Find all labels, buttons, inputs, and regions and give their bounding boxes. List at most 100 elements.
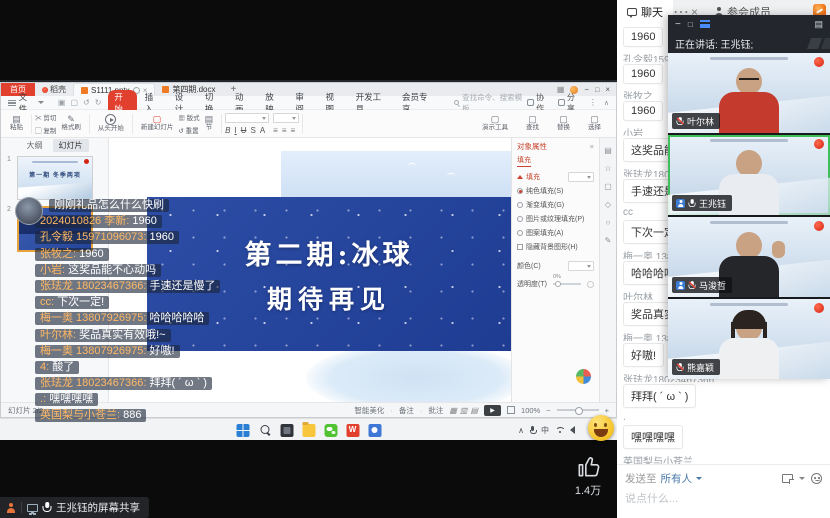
tab-chat[interactable]: 聊天 [617,0,673,24]
participant-video-tile[interactable]: 熊嘉颖 [668,299,830,379]
new-slide-button[interactable]: 新建幻灯片 [136,115,179,132]
likes-counter[interactable]: 1.4万 [563,454,613,498]
fill-type-select[interactable] [568,172,594,182]
person-badge-icon [676,281,685,290]
redo-icon[interactable] [95,98,102,107]
overlay-sender-name: . [40,393,49,405]
participant-video-tile[interactable]: 王兆钰 [668,135,830,215]
cut-button[interactable]: 剪切 [35,112,56,122]
notes-rail-icon[interactable] [605,236,612,245]
design-rail-icon[interactable] [605,200,611,209]
favorites-rail-icon[interactable] [604,164,611,173]
toolbar-tool-button[interactable]: 替换 [552,115,575,132]
chevron-down-icon[interactable] [696,477,702,480]
checkbox-icon[interactable] [517,244,523,250]
format-painter-button[interactable]: 格式刷 [56,115,86,132]
collapse-ribbon-icon[interactable] [604,98,609,107]
emoji-picker-icon[interactable] [811,473,822,484]
video-dock-titlebar [668,15,830,33]
layout-button[interactable]: 版式 [178,112,199,122]
participant-torso [719,92,779,133]
smart-beautify-button[interactable]: 智能美化 [354,405,384,416]
send-to-select[interactable]: 所有人 [661,471,693,486]
toolbar-tool-button[interactable]: 查找 [521,115,544,132]
zoom-out-button[interactable]: − [546,406,550,415]
participant-video-tile[interactable]: 叶尔林 [668,53,830,133]
properties-rail-icon[interactable] [604,146,612,155]
participant-video-tile[interactable]: 马浚哲 [668,217,830,297]
align-left-icon[interactable] [273,126,278,135]
undo-icon[interactable] [83,98,90,107]
font-style-button[interactable]: I [234,126,236,135]
section-button[interactable]: 节 [200,115,219,132]
notes-button[interactable]: 备注 [399,405,414,416]
font-family-select[interactable] [225,113,269,123]
fit-window-icon[interactable] [507,406,515,414]
promo-pinwheel-icon[interactable] [576,369,591,384]
chat-input[interactable] [625,493,822,505]
print-icon[interactable] [70,98,78,107]
taskbar-app-icon[interactable] [302,424,315,437]
screen-share-statusbar[interactable]: 王兆钰的屏幕共享 [0,497,149,518]
play-from-start-button[interactable]: 从头开始 [93,114,129,133]
panel-tab[interactable]: 大纲 [21,139,49,152]
reset-button[interactable]: 重置 [178,125,199,135]
fill-option[interactable]: 图案填充(A) [517,228,594,238]
slide-1-thumbnail[interactable]: 第一期 冬季两项 [17,156,93,200]
align-right-icon[interactable] [290,126,295,135]
volume-icon[interactable] [570,426,575,434]
shapes-rail-icon[interactable] [604,182,612,191]
chevron-down-icon[interactable] [799,477,805,480]
taskbar-app-icon[interactable] [368,424,381,437]
align-center-icon[interactable] [282,126,287,135]
fill-option[interactable]: 纯色填充(S) [517,186,594,196]
zoom-slider[interactable] [557,409,599,411]
fill-option[interactable]: 渐变填充(G) [517,200,594,210]
tray-expand-icon[interactable] [518,426,524,435]
fill-tab[interactable]: 填充 [517,155,531,167]
slideshow-play-button[interactable] [484,405,501,416]
wifi-icon[interactable] [555,427,564,434]
sorter-view-icon[interactable] [460,406,468,415]
close-panel-icon[interactable] [590,142,594,151]
paste-button[interactable]: 粘贴 [5,115,28,132]
help-rail-icon[interactable] [606,218,611,227]
fill-option[interactable]: 图片或纹理填充(P) [517,214,594,224]
more-icon[interactable] [589,98,597,107]
maximize-icon[interactable] [688,19,693,30]
taskbar-app-icon[interactable] [236,424,249,437]
font-style-button[interactable]: S [251,126,256,135]
radio-icon[interactable] [517,188,523,194]
taskbar-app-icon[interactable] [346,424,359,437]
save-icon[interactable] [58,98,66,107]
layout-toggle-icon[interactable] [814,19,823,30]
normal-view-icon[interactable] [449,406,457,415]
font-size-select[interactable] [273,113,299,123]
color-select[interactable] [568,261,594,271]
taskbar-app-icon[interactable] [324,424,337,437]
panel-tab[interactable]: 幻灯片 [53,139,89,152]
language-indicator[interactable]: 中 [541,425,549,436]
reading-view-icon[interactable] [470,406,478,415]
list-view-icon[interactable] [700,20,710,28]
toolbar-tool-button[interactable]: 演示工具 [477,115,513,132]
radio-icon[interactable] [517,230,523,236]
copy-button[interactable]: 复制 [35,125,56,135]
taskbar-app-icon[interactable] [258,424,271,437]
font-style-button[interactable]: U [241,126,247,135]
tray-mic-icon[interactable] [530,426,535,434]
taskbar-app-icon[interactable] [280,424,293,437]
radio-icon[interactable] [517,202,523,208]
screenshot-icon[interactable] [782,474,793,483]
hide-background-option[interactable]: 隐藏背景图形(H) [517,242,594,252]
comments-button[interactable]: 批注 [428,405,443,416]
section-expand-icon[interactable] [517,175,523,179]
radio-icon[interactable] [517,216,523,222]
minimize-icon[interactable] [675,19,681,30]
transparency-slider[interactable]: 0% [553,283,581,285]
font-style-button[interactable]: B [225,126,230,135]
toolbar-tool-button[interactable]: 选择 [583,115,606,132]
zoom-in-button[interactable]: + [605,406,609,415]
slider-knob[interactable] [555,281,561,287]
font-style-button[interactable]: A [260,126,265,135]
